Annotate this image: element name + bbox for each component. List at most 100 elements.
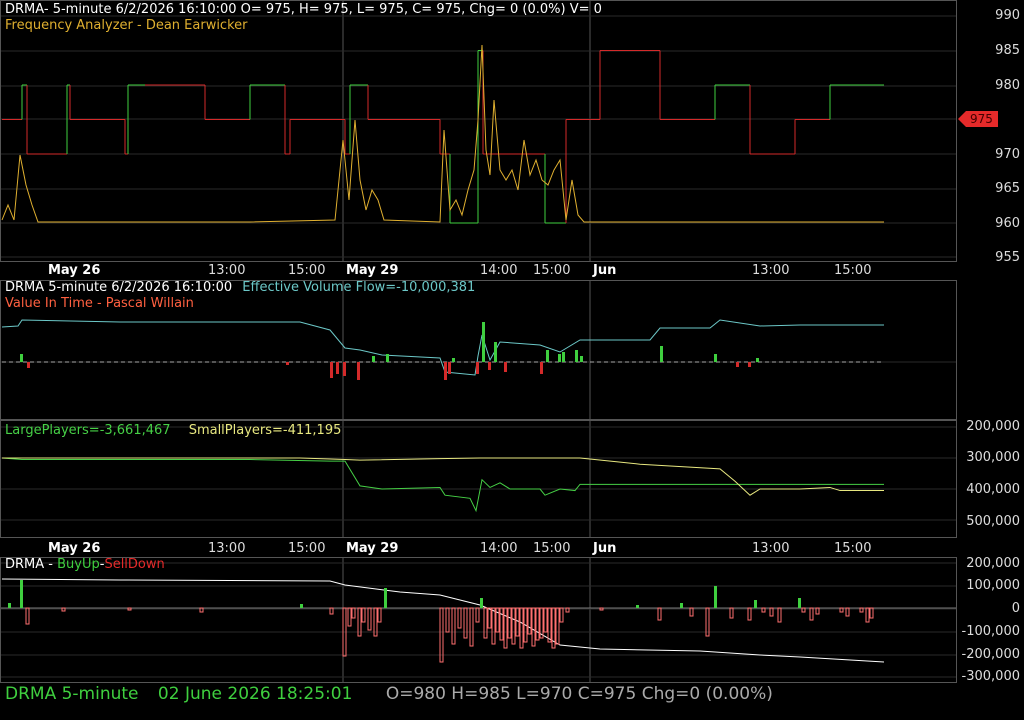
x-tick: 15:00 (533, 541, 571, 556)
players-pane[interactable]: LargePlayers=-3,661,467 SmallPlayers=-41… (0, 419, 1024, 538)
value-in-time-bar (343, 362, 346, 376)
x-tick: May 26 (48, 541, 101, 556)
x-tick: May 29 (346, 541, 399, 556)
buyup-selldown-bar (367, 607, 372, 631)
last-price-value: 975 (970, 112, 993, 126)
small-players-line (2, 457, 884, 496)
buyup-selldown-bar (451, 607, 456, 645)
buyup-selldown-bar (445, 607, 450, 633)
buyup-selldown-bar (8, 603, 11, 608)
buyup-selldown-bar (507, 607, 512, 639)
buyup-selldown-bar (539, 607, 544, 639)
x-tick: 14:00 (480, 541, 518, 556)
buyup-selldown-bar (457, 607, 462, 629)
large-players-line (1, 457, 884, 513)
status-ohlc: O=980 H=985 L=970 C=975 Chg=0 (0.00%) (385, 684, 773, 704)
x-tick: 15:00 (834, 541, 872, 556)
price-y-axis[interactable]: 990 985 980 970 965 960 955 (957, 0, 1024, 265)
players-y-axis[interactable]: 200,000 300,000 400,000 500,000 (957, 419, 1024, 538)
y-tick: 0 (1011, 601, 1020, 616)
value-in-time-bar (444, 362, 447, 380)
buyup-selldown-bar (531, 607, 536, 647)
buyup-selldown-bar (495, 607, 500, 633)
x-tick: 13:00 (208, 263, 246, 278)
value-in-time-bar (448, 362, 451, 374)
price-pane-title: DRMA- 5-minute 6/2/2026 16:10:00 O= 975,… (5, 2, 602, 17)
buyup-pane-title: DRMA - (5, 557, 58, 572)
buyup-selldown-pane[interactable]: DRMA - BuyUp-SellDown 200,000 100,000 0 … (0, 556, 1024, 684)
y-tick: 955 (995, 250, 1020, 265)
x-tick: May 26 (48, 263, 101, 278)
evf-pane[interactable]: DRMA 5-minute 6/2/2026 16:10:00 Effectiv… (0, 280, 1024, 420)
x-tick: 15:00 (288, 263, 326, 278)
y-tick: 985 (995, 43, 1020, 58)
buyup-selldown-bar (499, 607, 504, 641)
x-tick: 15:00 (533, 263, 571, 278)
value-in-time-bar (386, 354, 389, 362)
status-datetime: 02 June 2026 18:25:01 (157, 684, 353, 704)
x-tick: Jun (593, 263, 617, 278)
y-tick: 100,000 (966, 578, 1020, 593)
y-tick: 200,000 (966, 556, 1020, 571)
buyup-selldown-chart[interactable] (0, 557, 1024, 683)
buyup-selldown-bar (487, 607, 492, 629)
buyup-selldown-bar (754, 600, 757, 608)
buyup-y-axis[interactable]: 200,000 100,000 0 -100,000 -200,000 -300… (957, 556, 1024, 684)
buyup-selldown-bar (347, 607, 352, 627)
value-in-time-bar (27, 362, 30, 368)
value-in-time-bar (452, 358, 455, 362)
buyup-selldown-bar (777, 607, 782, 623)
buyup-selldown-bar (809, 607, 814, 621)
selldown-label: SellDown (104, 557, 165, 572)
y-tick: 200,000 (966, 419, 1020, 434)
effective-volume-flow-line (1, 319, 884, 376)
value-in-time-bar (357, 362, 360, 380)
buyup-selldown-bar (680, 603, 683, 608)
time-axis-bottom[interactable]: May 26 13:00 15:00 May 29 14:00 15:00 Ju… (0, 540, 957, 558)
price-pane[interactable]: DRMA- 5-minute 6/2/2026 16:10:00 O= 975,… (0, 0, 1024, 265)
buyup-selldown-bar (714, 586, 717, 608)
value-in-time-bar (20, 354, 23, 362)
buyup-selldown-bar (527, 607, 532, 635)
value-in-time-bar (336, 362, 339, 374)
value-in-time-bar (330, 362, 333, 378)
status-symbol: DRMA 5-minute (5, 684, 139, 704)
value-in-time-bar (504, 362, 507, 372)
value-in-time-bar (286, 362, 289, 365)
large-players-label: LargePlayers=-3,661,467 (5, 423, 171, 438)
x-tick: 15:00 (288, 541, 326, 556)
buyup-selldown-bar (511, 607, 516, 645)
buyup-selldown-bar (547, 607, 552, 643)
buyup-selldown-bar (480, 598, 483, 608)
buyup-selldown-bar (503, 607, 508, 649)
time-axis-top[interactable]: May 26 13:00 15:00 May 29 14:00 15:00 Ju… (0, 262, 957, 280)
buyup-selldown-bar (555, 607, 560, 645)
value-in-time-bar (660, 346, 663, 362)
value-in-time-bar (546, 350, 549, 362)
value-in-time-bar (482, 322, 485, 362)
y-tick: 970 (995, 147, 1020, 162)
value-in-time-bar (736, 362, 739, 367)
small-players-label: SmallPlayers=-411,195 (188, 423, 342, 438)
buyup-selldown-bar (475, 607, 480, 623)
buyup-selldown-bar (300, 604, 303, 608)
buyup-selldown-bar (20, 580, 23, 608)
y-tick: 965 (995, 181, 1020, 196)
price-chart[interactable] (0, 0, 1024, 262)
x-tick: 13:00 (752, 541, 790, 556)
y-tick: -100,000 (961, 624, 1020, 639)
buyup-selldown-bar (551, 607, 556, 649)
y-tick: 500,000 (966, 514, 1020, 529)
status-bar: DRMA 5-minute 02 June 2026 18:25:01 O=98… (5, 684, 773, 704)
x-tick: Jun (593, 541, 617, 556)
buyup-selldown-bar (657, 607, 662, 621)
x-tick: 13:00 (208, 541, 246, 556)
y-tick: 960 (995, 216, 1020, 231)
buyup-selldown-bar (519, 607, 524, 649)
buyup-selldown-bar (25, 607, 30, 625)
y-tick: 400,000 (966, 482, 1020, 497)
frequency-analyzer-label: Frequency Analyzer - Dean Earwicker (5, 18, 248, 33)
buyup-selldown-bar (559, 607, 564, 623)
value-in-time-bar (558, 354, 561, 362)
value-in-time-bar (476, 362, 479, 374)
